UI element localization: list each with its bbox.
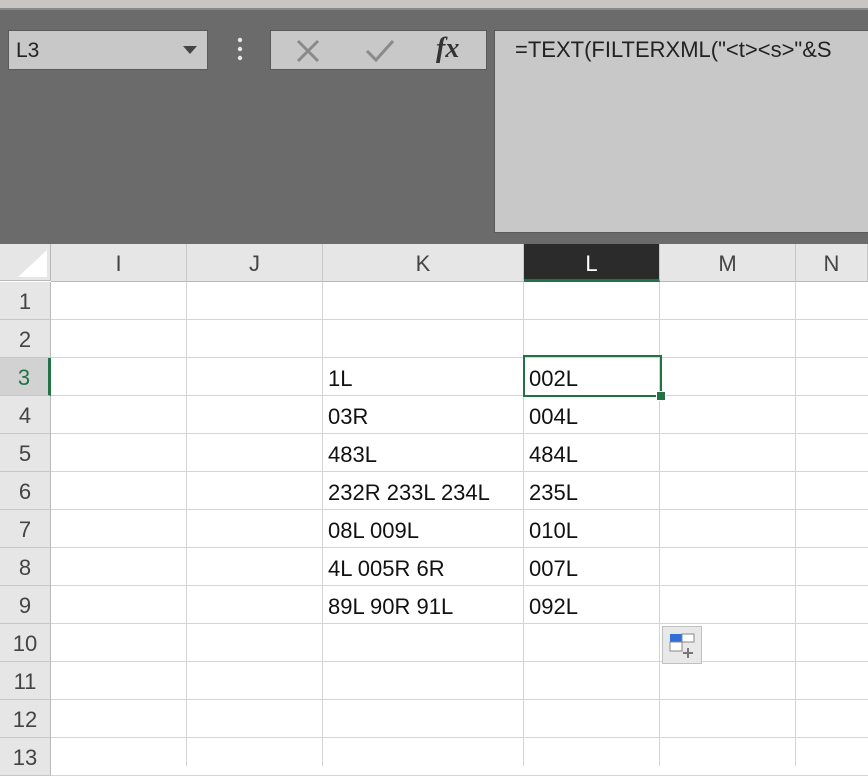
name-box[interactable]: L3 — [8, 30, 208, 70]
cell-l7[interactable]: 010L — [524, 510, 660, 548]
cell-k3[interactable]: 1L — [323, 358, 524, 396]
grid-row-line — [51, 319, 868, 320]
grid-row-line — [51, 661, 868, 662]
row-header-4[interactable]: 4 — [0, 396, 51, 434]
insert-function-icon[interactable]: fx — [436, 33, 459, 65]
formula-text: =TEXT(FILTERXML("<t><s>"&S — [515, 37, 832, 62]
cell-k8[interactable]: 4L 005R 6R — [323, 548, 524, 586]
cell-k9[interactable]: 89L 90R 91L — [323, 586, 524, 624]
row-header-6[interactable]: 6 — [0, 472, 51, 510]
more-options-icon[interactable] — [228, 34, 252, 66]
name-box-value: L3 — [16, 39, 40, 62]
row-header-10[interactable]: 10 — [0, 624, 51, 662]
cell-l5[interactable]: 484L — [524, 434, 660, 472]
row-header-7[interactable]: 7 — [0, 510, 51, 548]
quick-analysis-icon — [669, 633, 695, 658]
cell-l8[interactable]: 007L — [524, 548, 660, 586]
cell-k6[interactable]: 232R 233L 234L — [323, 472, 524, 510]
column-header-n[interactable]: N — [796, 244, 868, 282]
row-header-11[interactable]: 11 — [0, 662, 51, 700]
quick-analysis-button[interactable] — [662, 626, 702, 664]
row-header-5[interactable]: 5 — [0, 434, 51, 472]
select-all-triangle-icon — [18, 250, 47, 277]
cell-l6[interactable]: 235L — [524, 472, 660, 510]
column-header-l[interactable]: L — [524, 244, 660, 282]
cell-k5[interactable]: 483L — [323, 434, 524, 472]
cell-k4[interactable]: 03R — [323, 396, 524, 434]
formula-input[interactable]: =TEXT(FILTERXML("<t><s>"&S — [494, 30, 868, 233]
formula-buttons: fx — [270, 30, 487, 70]
row-header-2[interactable]: 2 — [0, 320, 51, 358]
row-header-9[interactable]: 9 — [0, 586, 51, 624]
column-header-i[interactable]: I — [51, 244, 187, 282]
select-all-corner[interactable] — [0, 244, 51, 281]
row-header-1[interactable]: 1 — [0, 282, 51, 320]
grid-row-line — [51, 699, 868, 700]
formula-bar-area: L3 fx =TEXT(FILTERXML("<t><s>"&S — [0, 10, 868, 244]
grid-column-line — [186, 282, 187, 766]
grid-column-line — [795, 282, 796, 766]
grid-row-line — [51, 737, 868, 738]
column-header-k[interactable]: K — [323, 244, 524, 282]
cell-k7[interactable]: 08L 009L — [323, 510, 524, 548]
column-header-j[interactable]: J — [187, 244, 323, 282]
enter-icon[interactable] — [363, 31, 397, 69]
row-header-12[interactable]: 12 — [0, 700, 51, 738]
cell-l4[interactable]: 004L — [524, 396, 660, 434]
fill-handle[interactable] — [656, 391, 666, 401]
chevron-down-icon[interactable] — [183, 45, 197, 55]
grid-row-line — [51, 775, 868, 776]
window-top-border — [0, 0, 868, 8]
row-header-3[interactable]: 3 — [0, 358, 51, 396]
spreadsheet-grid[interactable]: IJKLMN 1 2 3 4 5 6 7 8 9 10 11 12 13 1L 03R 483L 232R 2… — [0, 244, 868, 776]
column-header-m[interactable]: M — [660, 244, 796, 282]
cell-l9[interactable]: 092L — [524, 586, 660, 624]
selected-cell-border — [523, 355, 662, 397]
row-header-13[interactable]: 13 — [0, 738, 51, 776]
cancel-icon[interactable] — [293, 31, 323, 69]
row-header-8[interactable]: 8 — [0, 548, 51, 586]
